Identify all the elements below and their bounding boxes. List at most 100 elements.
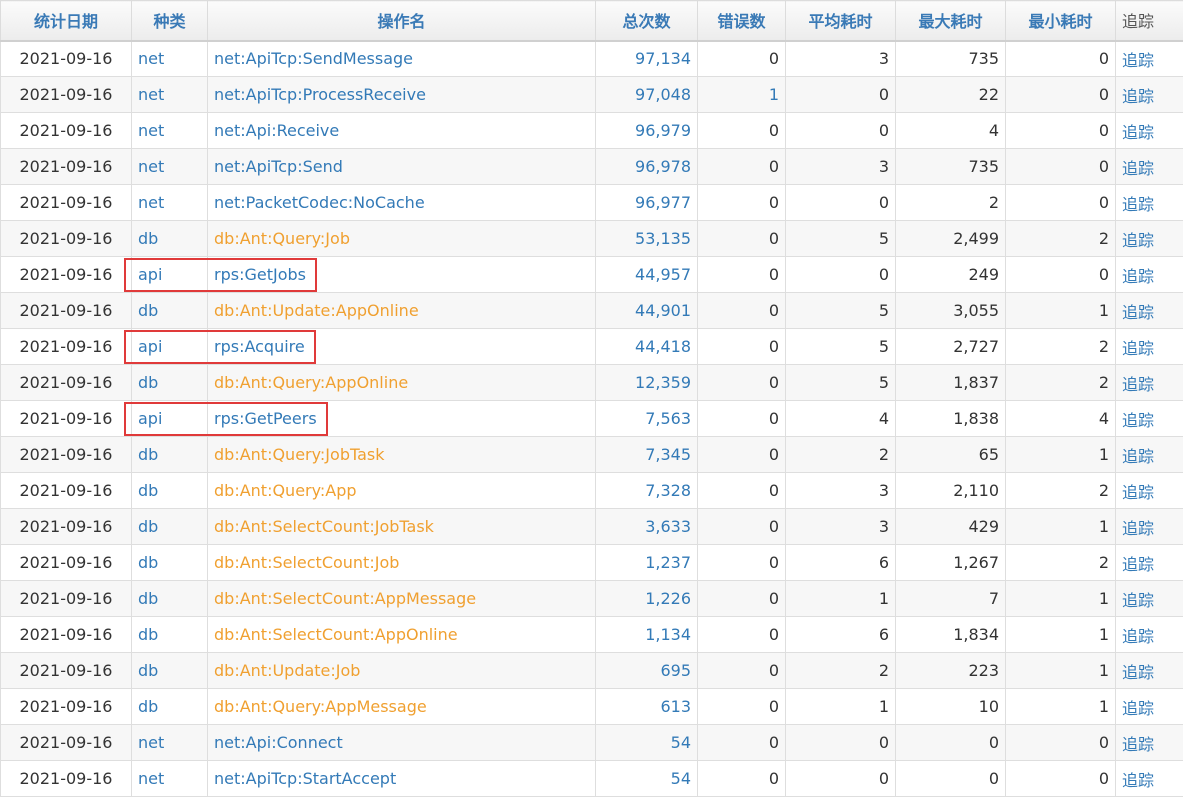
total-link[interactable]: 96,977 — [635, 193, 691, 212]
operation-link[interactable]: net:Api:Connect — [214, 733, 343, 752]
operation-link[interactable]: net:Api:Receive — [214, 121, 339, 140]
type-link[interactable]: net — [138, 193, 164, 212]
type-link[interactable]: net — [138, 157, 164, 176]
operation-link[interactable]: db:Ant:Update:AppOnline — [214, 301, 419, 320]
total-link[interactable]: 7,345 — [645, 445, 691, 464]
trace-link[interactable]: 追踪 — [1122, 195, 1154, 214]
header-total[interactable]: 总次数 — [595, 0, 698, 42]
max-cell: 2,499 — [895, 220, 1006, 257]
operation-link[interactable]: db:Ant:SelectCount:AppMessage — [214, 589, 476, 608]
operation-link[interactable]: db:Ant:Query:AppOnline — [214, 373, 408, 392]
operation-link[interactable]: db:Ant:SelectCount:Job — [214, 553, 399, 572]
type-link[interactable]: api — [138, 409, 162, 428]
type-link[interactable]: db — [138, 553, 158, 572]
trace-link[interactable]: 追踪 — [1122, 267, 1154, 286]
type-link[interactable]: db — [138, 697, 158, 716]
total-link[interactable]: 44,957 — [635, 265, 691, 284]
total-link[interactable]: 97,048 — [635, 85, 691, 104]
total-link[interactable]: 96,979 — [635, 121, 691, 140]
operation-link[interactable]: db:Ant:Update:Job — [214, 661, 360, 680]
trace-link[interactable]: 追踪 — [1122, 339, 1154, 358]
total-link[interactable]: 7,328 — [645, 481, 691, 500]
total-link[interactable]: 1,226 — [645, 589, 691, 608]
type-link[interactable]: db — [138, 301, 158, 320]
total-link[interactable]: 54 — [671, 733, 691, 752]
trace-link[interactable]: 追踪 — [1122, 699, 1154, 718]
header-type[interactable]: 种类 — [131, 0, 208, 42]
trace-link[interactable]: 追踪 — [1122, 447, 1154, 466]
header-date[interactable]: 统计日期 — [0, 0, 132, 42]
type-link[interactable]: db — [138, 481, 158, 500]
total-link[interactable]: 695 — [660, 661, 691, 680]
operation-link[interactable]: rps:GetJobs — [214, 265, 306, 284]
trace-link[interactable]: 追踪 — [1122, 411, 1154, 430]
avg-cell: 0 — [785, 184, 896, 221]
operation-link[interactable]: db:Ant:SelectCount:JobTask — [214, 517, 434, 536]
header-max[interactable]: 最大耗时 — [895, 0, 1006, 42]
trace-link[interactable]: 追踪 — [1122, 303, 1154, 322]
table-row: 2021-09-16 net net:ApiTcp:StartAccept 54 0 0 0… — [0, 760, 1183, 797]
trace-link[interactable]: 追踪 — [1122, 87, 1154, 106]
total-link[interactable]: 53,135 — [635, 229, 691, 248]
trace-link[interactable]: 追踪 — [1122, 591, 1154, 610]
type-link[interactable]: net — [138, 769, 164, 788]
header-row: 统计日期 种类 操作名 总次数 错误数 平均耗时 最大耗时 最小耗时 追踪 — [0, 0, 1183, 42]
total-link[interactable]: 613 — [660, 697, 691, 716]
trace-link[interactable]: 追踪 — [1122, 771, 1154, 790]
header-min[interactable]: 最小耗时 — [1005, 0, 1116, 42]
operation-link[interactable]: rps:GetPeers — [214, 409, 317, 428]
trace-link[interactable]: 追踪 — [1122, 483, 1154, 502]
total-link[interactable]: 1,134 — [645, 625, 691, 644]
type-link[interactable]: net — [138, 733, 164, 752]
operation-link[interactable]: db:Ant:Query:Job — [214, 229, 350, 248]
type-link[interactable]: api — [138, 265, 162, 284]
trace-link[interactable]: 追踪 — [1122, 159, 1154, 178]
total-link[interactable]: 44,418 — [635, 337, 691, 356]
trace-link[interactable]: 追踪 — [1122, 663, 1154, 682]
operation-link[interactable]: net:ApiTcp:ProcessReceive — [214, 85, 426, 104]
type-link[interactable]: db — [138, 445, 158, 464]
total-link[interactable]: 96,978 — [635, 157, 691, 176]
operation-link[interactable]: net:PacketCodec:NoCache — [214, 193, 425, 212]
total-link[interactable]: 97,134 — [635, 49, 691, 68]
type-link[interactable]: db — [138, 517, 158, 536]
type-link[interactable]: db — [138, 625, 158, 644]
operation-link[interactable]: net:ApiTcp:Send — [214, 157, 343, 176]
total-link[interactable]: 12,359 — [635, 373, 691, 392]
trace-link[interactable]: 追踪 — [1122, 375, 1154, 394]
trace-link[interactable]: 追踪 — [1122, 123, 1154, 142]
name-cell: db:Ant:Query:Job — [207, 220, 596, 257]
header-avg[interactable]: 平均耗时 — [785, 0, 896, 42]
type-cell: api — [131, 400, 208, 437]
operation-link[interactable]: db:Ant:SelectCount:AppOnline — [214, 625, 458, 644]
total-link[interactable]: 54 — [671, 769, 691, 788]
operation-link[interactable]: net:ApiTcp:StartAccept — [214, 769, 396, 788]
trace-link[interactable]: 追踪 — [1122, 51, 1154, 70]
total-link[interactable]: 7,563 — [645, 409, 691, 428]
total-link[interactable]: 3,633 — [645, 517, 691, 536]
operation-link[interactable]: db:Ant:Query:JobTask — [214, 445, 385, 464]
type-link[interactable]: db — [138, 661, 158, 680]
operation-link[interactable]: db:Ant:Query:AppMessage — [214, 697, 427, 716]
trace-link[interactable]: 追踪 — [1122, 555, 1154, 574]
type-link[interactable]: db — [138, 589, 158, 608]
operation-link[interactable]: db:Ant:Query:App — [214, 481, 357, 500]
type-link[interactable]: db — [138, 229, 158, 248]
type-link[interactable]: net — [138, 121, 164, 140]
operation-link[interactable]: rps:Acquire — [214, 337, 305, 356]
type-link[interactable]: db — [138, 373, 158, 392]
type-link[interactable]: net — [138, 85, 164, 104]
total-link[interactable]: 44,901 — [635, 301, 691, 320]
trace-link[interactable]: 追踪 — [1122, 735, 1154, 754]
header-name[interactable]: 操作名 — [207, 0, 596, 42]
header-errors[interactable]: 错误数 — [697, 0, 786, 42]
operation-link[interactable]: net:ApiTcp:SendMessage — [214, 49, 413, 68]
trace-link[interactable]: 追踪 — [1122, 231, 1154, 250]
total-link[interactable]: 1,237 — [645, 553, 691, 572]
type-link[interactable]: api — [138, 337, 162, 356]
type-link[interactable]: net — [138, 49, 164, 68]
trace-link[interactable]: 追踪 — [1122, 519, 1154, 538]
trace-link[interactable]: 追踪 — [1122, 627, 1154, 646]
errors-link[interactable]: 1 — [769, 85, 779, 104]
total-cell: 96,978 — [595, 148, 698, 185]
